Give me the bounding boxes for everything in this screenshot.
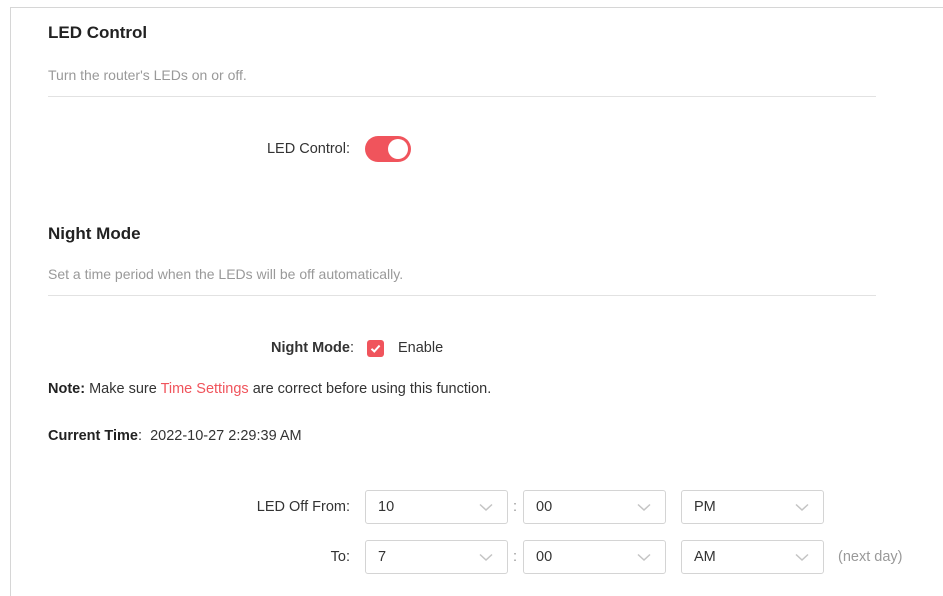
check-icon	[370, 344, 381, 353]
night-mode-description: Set a time period when the LEDs will be …	[48, 266, 404, 282]
night-mode-divider	[48, 295, 876, 296]
note-line: Note: Make sure Time Settings are correc…	[48, 381, 491, 397]
led-control-label: LED Control:	[266, 141, 350, 157]
night-mode-title: Night Mode	[48, 224, 141, 243]
night-mode-label-text: Night Mode	[271, 340, 350, 356]
time-settings-link[interactable]: Time Settings	[161, 381, 249, 397]
chevron-down-icon	[795, 553, 809, 562]
night-mode-enable-label[interactable]: Enable	[398, 340, 443, 356]
night-mode-label: Night Mode:	[200, 340, 354, 356]
from-minute-value: 00	[536, 499, 553, 515]
panel-left-border	[10, 7, 11, 596]
led-control-toggle[interactable]	[365, 136, 411, 162]
from-time-colon: :	[513, 499, 518, 515]
current-time-label: Current Time	[48, 428, 138, 444]
note-text-before: Make sure	[85, 381, 161, 397]
to-hour-select[interactable]: 7	[365, 540, 508, 574]
from-hour-value: 10	[378, 499, 395, 515]
note-text-after: are correct before using this function.	[248, 381, 492, 397]
current-time-line: Current Time: 2022-10-27 2:29:39 AM	[48, 428, 302, 444]
to-ampm-value: AM	[694, 549, 716, 565]
chevron-down-icon	[637, 503, 651, 512]
current-time-value: 2022-10-27 2:29:39 AM	[150, 428, 302, 444]
to-minute-value: 00	[536, 549, 553, 565]
to-minute-select[interactable]: 00	[523, 540, 666, 574]
toggle-knob	[388, 139, 408, 159]
chevron-down-icon	[479, 553, 493, 562]
current-time-sep: :	[137, 428, 143, 444]
to-ampm-select[interactable]: AM	[681, 540, 824, 574]
led-control-divider	[48, 96, 876, 97]
next-day-hint: (next day)	[838, 549, 903, 565]
led-off-from-label: LED Off From:	[256, 499, 350, 515]
to-time-colon: :	[513, 549, 518, 565]
night-mode-label-colon: :	[349, 340, 354, 356]
chevron-down-icon	[637, 553, 651, 562]
led-off-to-label: To:	[330, 549, 350, 565]
from-hour-select[interactable]: 10	[365, 490, 508, 524]
from-ampm-value: PM	[694, 499, 716, 515]
from-ampm-select[interactable]: PM	[681, 490, 824, 524]
note-prefix: Note:	[48, 381, 86, 397]
from-minute-select[interactable]: 00	[523, 490, 666, 524]
panel-top-border	[10, 7, 943, 8]
to-hour-value: 7	[378, 549, 387, 565]
night-mode-enable-checkbox[interactable]	[367, 340, 384, 357]
chevron-down-icon	[795, 503, 809, 512]
chevron-down-icon	[479, 503, 493, 512]
led-control-title: LED Control	[48, 23, 148, 42]
led-control-description: Turn the router's LEDs on or off.	[48, 67, 247, 83]
